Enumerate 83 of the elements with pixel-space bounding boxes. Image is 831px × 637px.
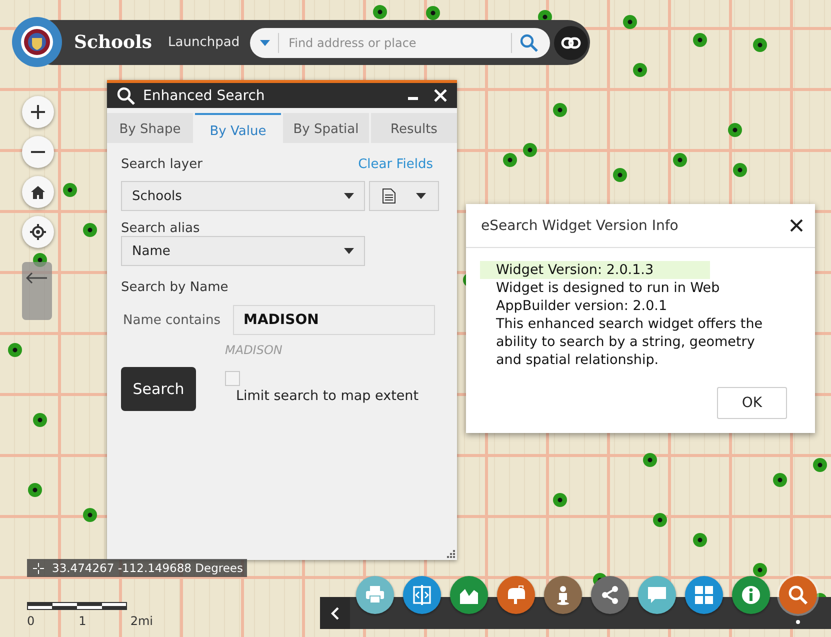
caret-icon bbox=[416, 193, 426, 199]
info-text: Widget Version: 2.0.1.3 bbox=[480, 261, 710, 279]
mailbox-icon bbox=[506, 585, 526, 605]
coordinates-text: 33.474267 -112.149688 Degrees bbox=[52, 561, 244, 575]
map-marker-icon bbox=[643, 453, 657, 467]
app-title: Schools bbox=[74, 32, 152, 53]
close-icon[interactable] bbox=[790, 219, 803, 232]
link-icon bbox=[560, 36, 581, 48]
map-marker-icon bbox=[523, 143, 537, 157]
search-icon[interactable] bbox=[520, 34, 538, 52]
map-marker-icon bbox=[373, 5, 387, 19]
map-marker-icon bbox=[503, 153, 517, 167]
caret-icon bbox=[344, 248, 354, 254]
scale-label: 0 bbox=[27, 614, 35, 628]
scale-label: 2mi bbox=[130, 614, 153, 628]
field-label: Name contains bbox=[123, 312, 221, 328]
tab[interactable]: Results bbox=[371, 113, 457, 143]
speech-bubble-icon bbox=[647, 585, 667, 605]
search-button[interactable]: Search bbox=[121, 367, 196, 411]
info-text: This enhanced search widget offers the ability to search by a string, geometry and spatial relationship. bbox=[495, 315, 764, 369]
field-label: Search layer bbox=[121, 157, 202, 172]
field-label: Search alias bbox=[121, 221, 200, 236]
crosshair-icon bbox=[33, 562, 44, 574]
info-icon bbox=[741, 585, 761, 605]
map-marker-icon bbox=[8, 343, 22, 357]
layer-dropdown[interactable]: Schools bbox=[121, 181, 365, 211]
ok-button[interactable]: OK bbox=[717, 387, 787, 419]
map-marker-icon bbox=[773, 473, 787, 487]
hint-text: MADISON bbox=[225, 343, 282, 357]
info-text: Widget is designed to run in Web AppBuilder version: 2.0.1 bbox=[495, 279, 721, 315]
checkbox[interactable] bbox=[225, 371, 240, 386]
swipe-icon bbox=[412, 585, 432, 605]
caret-icon bbox=[344, 193, 354, 199]
map-marker-icon bbox=[733, 163, 747, 177]
map-marker-icon bbox=[28, 483, 42, 497]
collapse-button[interactable] bbox=[320, 597, 350, 629]
map-marker-icon bbox=[33, 413, 47, 427]
plus-icon bbox=[31, 105, 45, 119]
map-marker-icon bbox=[813, 458, 827, 472]
chevron-left-icon bbox=[331, 606, 339, 620]
launchpad-link[interactable]: Launchpad bbox=[168, 35, 240, 50]
printer-icon bbox=[365, 585, 385, 605]
search-icon bbox=[117, 86, 135, 104]
map-marker-icon bbox=[753, 563, 767, 577]
name-input-field[interactable]: MADISON bbox=[232, 305, 435, 335]
grid-icon bbox=[694, 585, 714, 605]
map-marker-icon bbox=[426, 6, 440, 20]
scale-label: 1 bbox=[78, 614, 86, 628]
tab[interactable]: By Shape bbox=[107, 113, 193, 143]
map-marker-icon bbox=[633, 63, 647, 77]
active-indicator-icon bbox=[796, 620, 800, 624]
search-input-field[interactable]: Find address or place bbox=[286, 34, 503, 50]
link-button[interactable] bbox=[554, 26, 588, 60]
map-marker-icon bbox=[553, 103, 567, 117]
arrow-icon bbox=[26, 272, 48, 284]
map-marker-icon bbox=[553, 493, 567, 507]
map-marker-icon bbox=[693, 533, 707, 547]
map-marker-icon bbox=[753, 38, 767, 52]
map-marker-icon bbox=[673, 153, 687, 167]
map-marker-icon bbox=[623, 15, 637, 29]
map-marker-icon bbox=[693, 33, 707, 47]
caret-icon[interactable] bbox=[260, 40, 270, 46]
dialog-title: eSearch Widget Version Info bbox=[481, 218, 678, 234]
home-icon bbox=[31, 186, 45, 198]
search-field[interactable]: Find address or place bbox=[250, 28, 550, 58]
document-icon bbox=[382, 188, 396, 204]
crosshair-icon bbox=[30, 224, 46, 240]
resize-grip-icon[interactable] bbox=[447, 550, 455, 558]
alias-dropdown[interactable]: Name bbox=[121, 236, 365, 266]
options-dropdown[interactable] bbox=[369, 181, 439, 211]
map-marker-icon bbox=[63, 183, 77, 197]
panel-title: Enhanced Search bbox=[143, 88, 266, 104]
map-marker-icon bbox=[728, 123, 742, 137]
search-icon bbox=[788, 585, 808, 605]
section-label: Search by Name bbox=[121, 280, 228, 295]
map-marker-icon bbox=[83, 223, 97, 237]
panel-toggle-handle[interactable] bbox=[22, 262, 52, 320]
map-marker-icon bbox=[653, 513, 667, 527]
checkbox-label: Limit search to map extent bbox=[236, 388, 419, 404]
map-marker-icon bbox=[83, 508, 97, 522]
tab[interactable]: By Spatial bbox=[283, 113, 369, 143]
share-icon bbox=[600, 585, 620, 605]
map-marker-icon bbox=[613, 168, 627, 182]
